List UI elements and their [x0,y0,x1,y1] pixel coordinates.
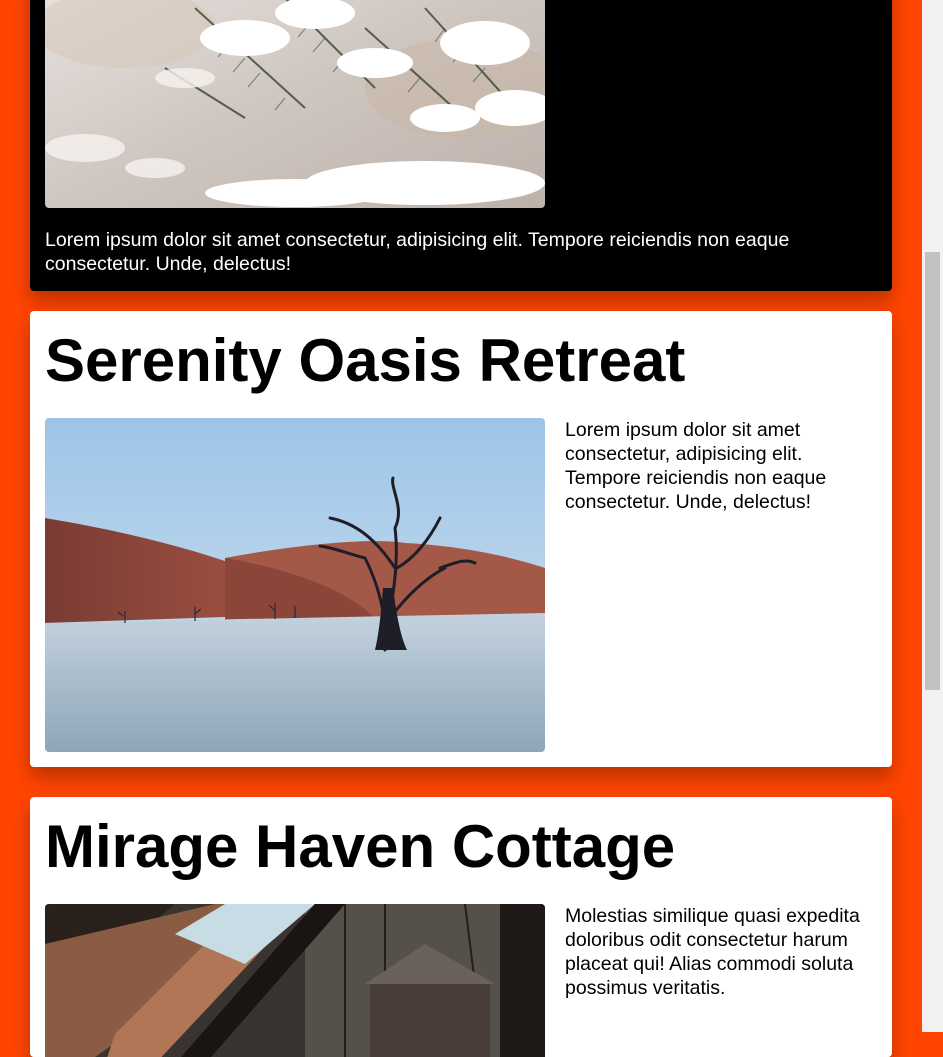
card-dark: Lorem ipsum dolor sit amet consectetur, … [30,0,892,291]
desert-tree-image [45,418,545,752]
scrollbar-thumb[interactable] [925,252,940,690]
card-description: Molestias similique quasi expedita dolor… [565,905,860,999]
card-description: Lorem ipsum dolor sit amet consectetur, … [565,419,827,513]
card-serenity-oasis-retreat: Serenity Oasis Retreat Lorem ipsum dolor… [30,311,892,767]
card-mirage-haven-cottage: Mirage Haven Cottage Molestias similique… [30,797,892,1057]
vertical-scrollbar[interactable] [922,0,943,1032]
cabin-image [45,904,545,1057]
card-description: Lorem ipsum dolor sit amet consectetur, … [45,229,790,275]
card-title: Mirage Haven Cottage [45,813,676,880]
snow-branch-image [45,0,545,208]
card-title: Serenity Oasis Retreat [45,327,686,394]
